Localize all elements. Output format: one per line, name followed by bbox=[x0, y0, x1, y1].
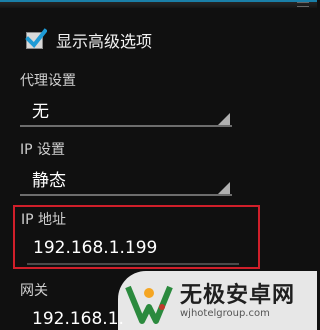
spinner-underline bbox=[20, 194, 232, 196]
show-advanced-checkbox[interactable] bbox=[25, 27, 47, 49]
ip-input-underline bbox=[27, 263, 239, 265]
watermark: 无极安卓网 wjhotelgroup.com bbox=[118, 271, 317, 330]
watermark-logo-icon bbox=[125, 285, 173, 324]
ip-settings-spinner[interactable]: 静态 bbox=[20, 160, 232, 196]
ip-address-input[interactable] bbox=[21, 231, 233, 265]
proxy-spinner[interactable]: 无 bbox=[20, 91, 232, 127]
show-advanced-option[interactable]: 显示高级选项 bbox=[25, 27, 153, 52]
ip-settings-label: IP 设置 bbox=[20, 142, 66, 158]
spinner-underline bbox=[20, 125, 232, 127]
gateway-label: 网关 bbox=[20, 283, 48, 299]
dropdown-corner-icon bbox=[218, 182, 230, 194]
checkmark-icon bbox=[25, 27, 47, 48]
dropdown-corner-icon bbox=[218, 113, 230, 125]
top-accent-line bbox=[0, 0, 317, 2]
gateway-value[interactable]: 192.168.1. bbox=[32, 309, 124, 329]
ip-address-label: IP 地址 bbox=[21, 212, 67, 228]
menu-grip-icon bbox=[297, 2, 309, 7]
proxy-label: 代理设置 bbox=[20, 73, 76, 89]
show-advanced-label: 显示高级选项 bbox=[56, 32, 153, 51]
watermark-url: wjhotelgroup.com bbox=[180, 308, 270, 319]
proxy-value: 无 bbox=[32, 102, 49, 122]
ip-address-highlight-box: IP 地址 bbox=[13, 205, 260, 269]
ip-settings-value: 静态 bbox=[32, 171, 66, 191]
watermark-brand: 无极安卓网 bbox=[180, 283, 296, 308]
top-bar bbox=[0, 0, 317, 8]
